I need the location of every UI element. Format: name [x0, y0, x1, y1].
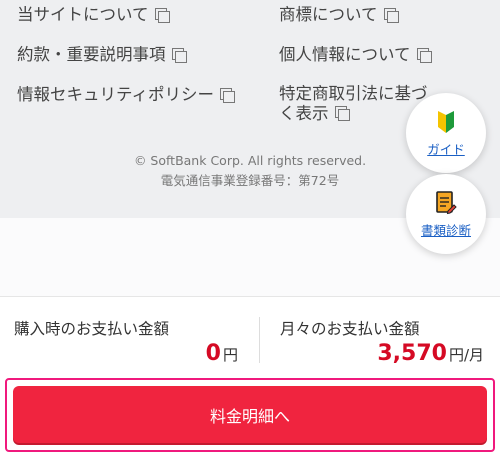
document-check-button[interactable]: 書類診断: [406, 174, 486, 254]
external-window-icon: [220, 88, 236, 103]
purchase-payment-title: 購入時のお支払い金額: [14, 320, 170, 338]
footer-link-terms[interactable]: 約款・重要説明事項: [17, 44, 187, 66]
footer-link-about-site-label: 当サイトについて: [17, 5, 149, 24]
summary-divider: [259, 317, 260, 363]
page: 当サイトについて 商標について 約款・重要説明事項 個人情報について 情報セキュ…: [0, 0, 500, 472]
footer-link-privacy-label: 個人情報について: [279, 45, 411, 64]
purchase-payment-amount: 0: [205, 341, 221, 366]
footer-link-commercial-law-label: 特定商取引法に基づく表示: [279, 84, 428, 123]
footer-link-terms-label: 約款・重要説明事項: [17, 45, 166, 64]
guide-button[interactable]: ガイド: [406, 93, 486, 173]
fee-details-button-label: 料金明細へ: [209, 406, 290, 426]
beginner-mark-icon: [438, 110, 454, 133]
document-check-button-label: 書類診断: [420, 222, 471, 238]
monthly-payment-value: 3,570 円/月: [377, 341, 484, 366]
fee-details-button[interactable]: 料金明細へ: [13, 386, 487, 443]
footer-link-trademark-label: 商標について: [279, 5, 378, 24]
footer-link-security-policy[interactable]: 情報セキュリティポリシー: [17, 84, 236, 106]
footer-link-security-policy-label: 情報セキュリティポリシー: [17, 85, 215, 104]
external-window-icon: [416, 48, 432, 63]
external-window-icon: [171, 48, 187, 63]
document-check-icon: [436, 190, 457, 214]
guide-button-label: ガイド: [427, 141, 465, 157]
footer-link-trademark[interactable]: 商標について: [279, 4, 399, 26]
monthly-payment-amount: 3,570: [377, 341, 447, 366]
monthly-payment-unit: 円/月: [448, 346, 484, 364]
external-window-icon: [383, 8, 399, 23]
external-window-icon: [334, 106, 350, 121]
external-window-icon: [154, 8, 170, 23]
purchase-payment-value: 0 円: [206, 341, 238, 366]
footer-link-about-site[interactable]: 当サイトについて: [17, 4, 170, 26]
footer-link-privacy[interactable]: 個人情報について: [279, 44, 432, 66]
payment-summary-panel: 購入時のお支払い金額 0 円 月々のお支払い金額 3,570 円/月 料金明細へ: [0, 296, 500, 472]
purchase-payment-unit: 円: [222, 346, 238, 364]
monthly-payment-title: 月々のお支払い金額: [280, 320, 420, 338]
footer-link-commercial-law[interactable]: 特定商取引法に基づく表示: [279, 84, 429, 124]
